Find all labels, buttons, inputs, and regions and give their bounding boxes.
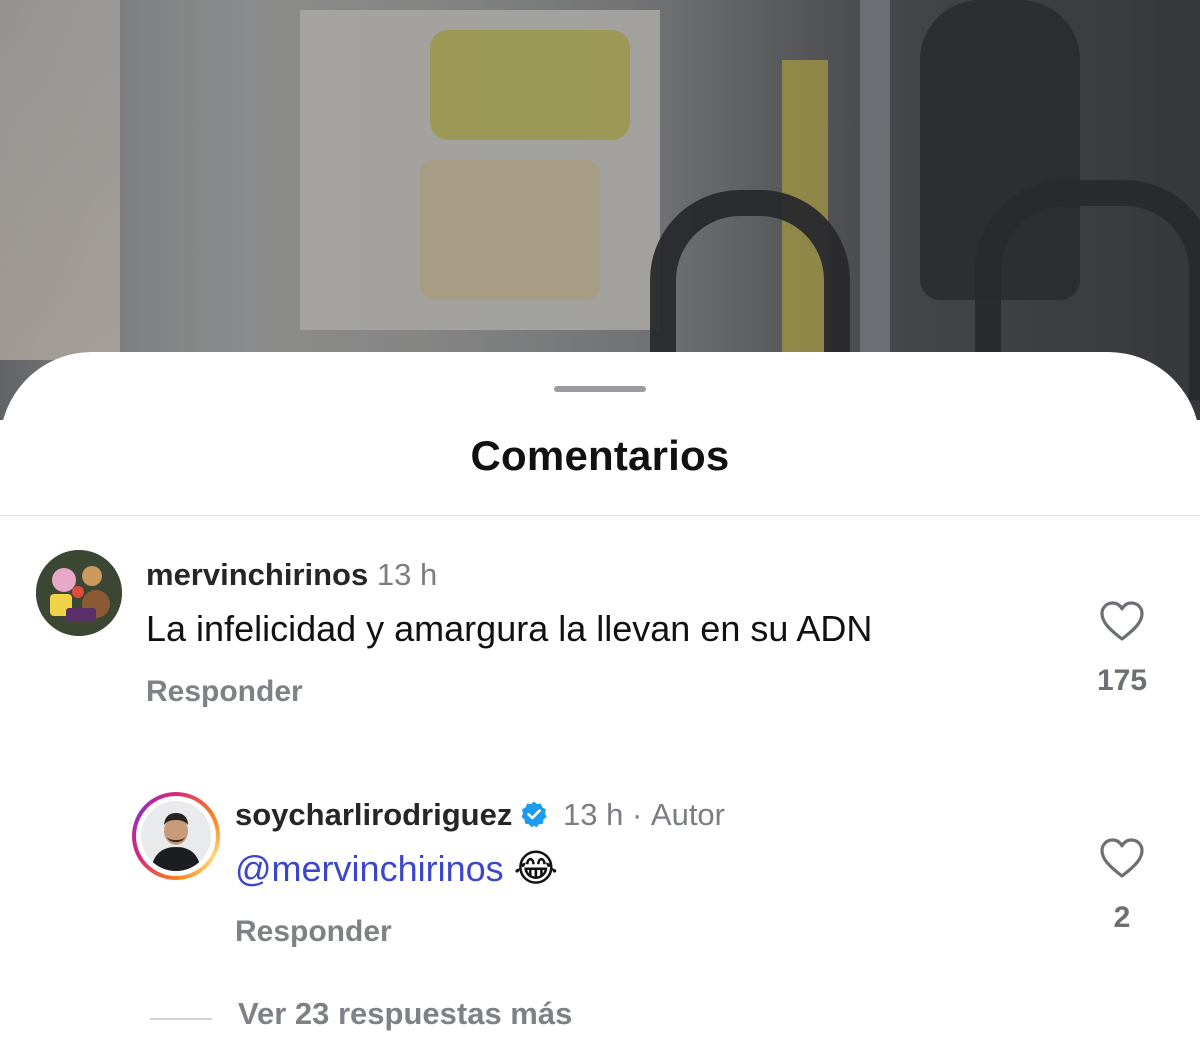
thread-line bbox=[150, 1018, 212, 1020]
comment-time: 13 h bbox=[376, 557, 438, 592]
reply-text: @mervinchirinos 😂 bbox=[235, 846, 558, 890]
comment-text: La infelicidad y amargura la llevan en s… bbox=[146, 608, 873, 649]
username-text[interactable]: mervinchirinos bbox=[146, 557, 368, 592]
like-control[interactable]: 175 bbox=[1092, 600, 1152, 698]
sheet-title: Comentarios bbox=[470, 432, 730, 479]
sheet-grabber[interactable] bbox=[554, 386, 646, 392]
avatar-image bbox=[141, 801, 211, 871]
like-count: 2 bbox=[1113, 901, 1131, 934]
reply-button[interactable]: Responder bbox=[146, 675, 303, 709]
view-more-replies[interactable]: Ver 23 respuestas más bbox=[150, 996, 850, 1040]
reply-time: 13 h bbox=[562, 797, 624, 832]
avatar-image bbox=[36, 550, 122, 636]
view-more-replies-label[interactable]: Ver 23 respuestas más bbox=[238, 996, 572, 1032]
meta-separator: · bbox=[631, 797, 643, 832]
username-text[interactable]: soycharlirodriguez bbox=[235, 797, 512, 832]
heart-icon[interactable] bbox=[1099, 837, 1145, 879]
reply-button[interactable]: Responder bbox=[235, 915, 392, 949]
author-label: Autor bbox=[650, 797, 726, 832]
comment-username[interactable]: mervinchirinos 13 h bbox=[146, 557, 437, 593]
verified-badge-icon bbox=[521, 801, 547, 828]
header-divider bbox=[0, 515, 1200, 516]
comments-sheet: Comentarios mervinchirinos 13 h La infel… bbox=[0, 352, 1200, 1052]
like-count: 175 bbox=[1096, 664, 1148, 697]
like-control[interactable]: 2 bbox=[1092, 837, 1152, 935]
avatar[interactable] bbox=[36, 550, 122, 636]
laughing-emoji: 😂 bbox=[513, 846, 559, 890]
mention-link[interactable]: @mervinchirinos bbox=[235, 848, 504, 889]
avatar[interactable] bbox=[132, 792, 220, 880]
reply-username[interactable]: soycharlirodriguez 13 h · Autor bbox=[235, 797, 725, 833]
heart-icon[interactable] bbox=[1099, 600, 1145, 642]
